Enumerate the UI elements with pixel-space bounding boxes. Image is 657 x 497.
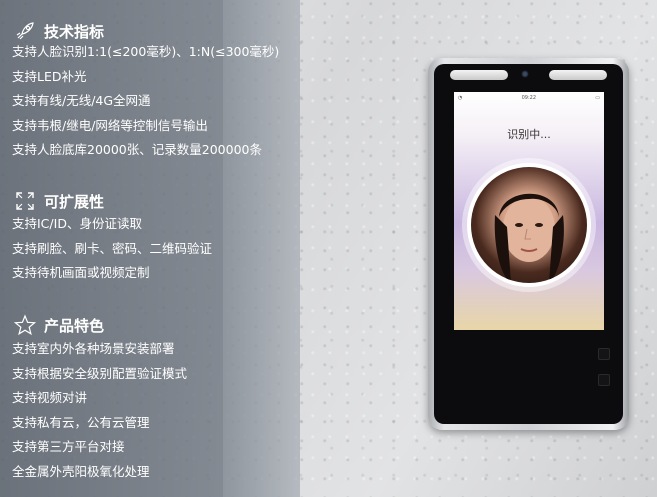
list-item: 支持LED补光 [12, 68, 87, 84]
face-photo [471, 167, 587, 283]
face-capture-ring [467, 163, 591, 287]
device-front-glass: ◔ 09:22 ▭ 识别中... [434, 64, 623, 424]
device-key-button[interactable] [598, 348, 610, 360]
section-title: 可扩展性 [44, 192, 105, 211]
list-item: 支持室内外各种场景安装部署 [12, 341, 175, 356]
section-title: 技术指标 [44, 22, 105, 41]
list-item: 支持人脸识别1:1(≤200毫秒)、1:N(≤300毫秒) [12, 44, 280, 59]
list-item: 支持视频对讲 [12, 390, 88, 406]
list-item: 支持根据安全级别配置验证模式 [12, 365, 188, 381]
section-header-features: 产品特色 [14, 314, 104, 336]
status-time: 09:22 [521, 95, 537, 101]
led-fill-light-left [450, 70, 508, 80]
expand-icon [16, 192, 34, 210]
list-item: 支持第三方平台对接 [12, 439, 125, 455]
list-item: 支持人脸底库20000张、记录数量200000条 [12, 142, 262, 158]
specs-list: 支持人脸识别1:1(≤200毫秒)、1:N(≤300毫秒) 支持LED补光 支持… [12, 40, 279, 163]
recognizing-text: 识别中... [507, 128, 551, 141]
star-icon [14, 314, 36, 336]
list-item: 全金属外壳阳极氧化处理 [12, 463, 150, 479]
camera-lens [521, 70, 529, 78]
wifi-icon: ◔ [458, 95, 463, 101]
list-item: 支持私有云，公有云管理 [12, 414, 150, 430]
status-bar: ◔ 09:22 ▭ [454, 92, 604, 104]
list-item: 支持IC/ID、身份证读取 [12, 216, 142, 231]
list-item: 支持待机画面或视频定制 [12, 265, 150, 281]
led-fill-light-right [549, 70, 607, 80]
device-screen: ◔ 09:22 ▭ 识别中... [454, 92, 604, 330]
list-item: 支持韦根/继电/网络等控制信号输出 [12, 117, 208, 133]
list-item: 支持有线/无线/4G全网通 [12, 93, 151, 109]
device-key-button[interactable] [598, 374, 610, 386]
battery-icon: ▭ [595, 95, 600, 101]
list-item: 支持刷脸、刷卡、密码、二维码验证 [12, 240, 213, 256]
face-recognition-terminal: ◔ 09:22 ▭ 识别中... [428, 58, 629, 430]
section-title: 产品特色 [44, 316, 105, 335]
features-list: 支持室内外各种场景安装部署 支持根据安全级别配置验证模式 支持视频对讲 支持私有… [12, 337, 187, 485]
face-illustration [494, 193, 564, 283]
expand-list: 支持IC/ID、身份证读取 支持刷脸、刷卡、密码、二维码验证 支持待机画面或视频… [12, 212, 212, 286]
section-header-expand: 可扩展性 [14, 190, 104, 212]
rocket-icon [16, 22, 34, 40]
section-header-specs: 技术指标 [14, 20, 104, 42]
